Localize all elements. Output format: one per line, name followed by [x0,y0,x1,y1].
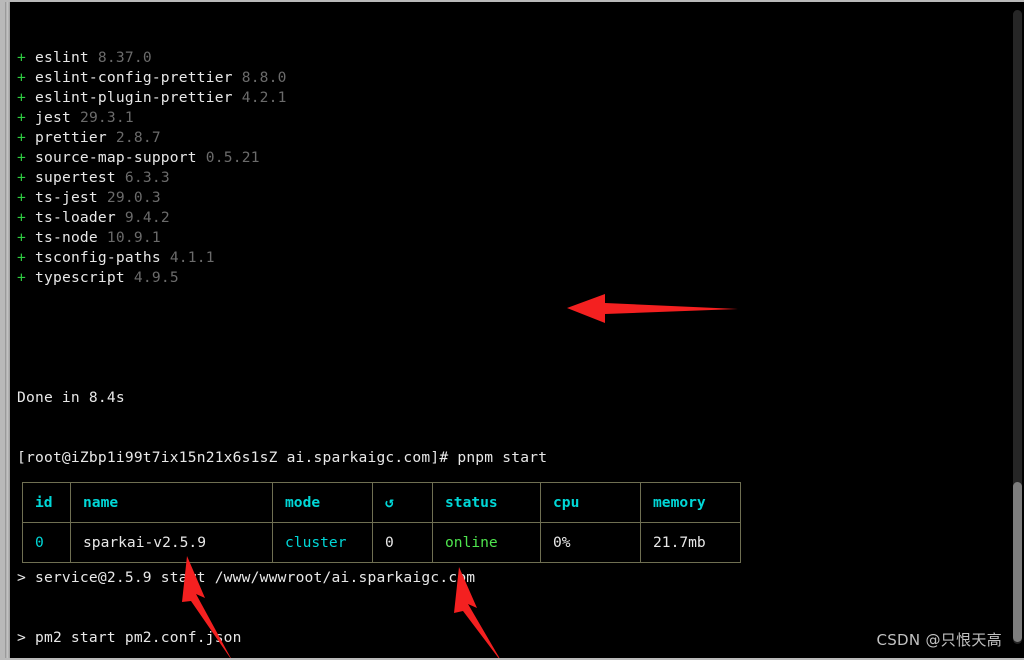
package-version: 29.3.1 [79,109,134,126]
package-name: eslint-plugin-prettier [35,89,233,106]
done-line: Done in 8.4s [17,389,125,406]
column-header-name: name [70,482,273,523]
pm2-table-head: id name mode ↺ status cpu memory [22,482,741,523]
window-left-gutter [5,2,10,658]
package-version: 9.4.2 [124,209,170,226]
package-added-marker: + [17,129,26,146]
cell-id: 0 [22,522,71,563]
package-name: ts-node [35,229,98,246]
package-added-marker: + [17,69,26,86]
column-header-id: id [22,482,71,523]
package-version: 4.9.5 [133,269,179,286]
vertical-scrollbar[interactable] [1010,4,1024,656]
package-name: typescript [35,269,125,286]
package-version: 8.37.0 [97,49,152,66]
command-pnpm-start: pnpm start [457,449,548,466]
package-name: tsconfig-paths [35,249,161,266]
package-added-marker: + [17,229,26,246]
package-added-marker: + [17,49,26,66]
package-version: 8.8.0 [241,69,287,86]
package-version: 29.0.3 [106,189,161,206]
package-name: jest [35,109,71,126]
package-line: + tsconfig-paths 4.1.1 [17,248,1004,268]
prompt-line-1: [root@iZbp1i99t7ix15n21x6s1sZ ai.sparkai… [17,449,548,466]
column-header-mode: mode [272,482,373,523]
column-header-restart-icon: ↺ [372,482,433,523]
package-line: + prettier 2.8.7 [17,128,1004,148]
package-line: + typescript 4.9.5 [17,268,1004,288]
package-line: + eslint-config-prettier 8.8.0 [17,68,1004,88]
script-line-2: > pm2 start pm2.conf.json [17,629,242,646]
package-version: 4.1.1 [169,249,215,266]
cell-cpu: 0% [540,522,641,563]
cell-memory: 21.7mb [640,522,741,563]
package-version: 6.3.3 [124,169,170,186]
watermark: CSDN @只恨天高 [876,631,1002,649]
package-line: + supertest 6.3.3 [17,168,1004,188]
package-name: eslint-config-prettier [35,69,233,86]
package-version: 2.8.7 [115,129,161,146]
package-line: + ts-node 10.9.1 [17,228,1004,248]
package-name: supertest [35,169,116,186]
package-line: + ts-loader 9.4.2 [17,208,1004,228]
package-added-marker: + [17,149,26,166]
package-added-marker: + [17,109,26,126]
cell-status: online [432,522,541,563]
package-line: + ts-jest 29.0.3 [17,188,1004,208]
package-added-marker: + [17,209,26,226]
cell-mode: cluster [272,522,373,563]
table-row: 0 sparkai-v2.5.9 cluster 0 online 0% 21.… [22,522,741,563]
terminal-window: + eslint 8.37.0 + eslint-config-prettier … [0,0,1024,660]
package-line: + jest 29.3.1 [17,108,1004,128]
package-added-marker: + [17,169,26,186]
package-version: 4.2.1 [241,89,287,106]
package-name: source-map-support [35,149,197,166]
script-line-1: > service@2.5.9 start /www/wwwroot/ai.sp… [17,569,476,586]
package-line: + source-map-support 0.5.21 [17,148,1004,168]
column-header-status: status [432,482,541,523]
column-header-cpu: cpu [540,482,641,523]
cell-restarts: 0 [372,522,433,563]
package-name: prettier [35,129,107,146]
package-name: ts-loader [35,209,116,226]
package-line: + eslint-plugin-prettier 4.2.1 [17,88,1004,108]
pm2-table-body: 0 sparkai-v2.5.9 cluster 0 online 0% 21.… [22,522,741,563]
pm2-process-table: id name mode ↺ status cpu memory 0 spark… [22,482,741,563]
package-added-marker: + [17,269,26,286]
cell-name: sparkai-v2.5.9 [70,522,273,563]
column-header-memory: memory [640,482,741,523]
package-install-list: + eslint 8.37.0 + eslint-config-prettier … [17,48,1004,288]
package-added-marker: + [17,189,26,206]
package-version: 0.5.21 [205,149,260,166]
package-name: ts-jest [35,189,98,206]
package-added-marker: + [17,89,26,106]
package-version: 10.9.1 [106,229,161,246]
package-added-marker: + [17,249,26,266]
package-line: + eslint 8.37.0 [17,48,1004,68]
package-name: eslint [35,49,89,66]
table-header-row: id name mode ↺ status cpu memory [22,482,741,523]
scrollbar-thumb[interactable] [1013,482,1022,642]
